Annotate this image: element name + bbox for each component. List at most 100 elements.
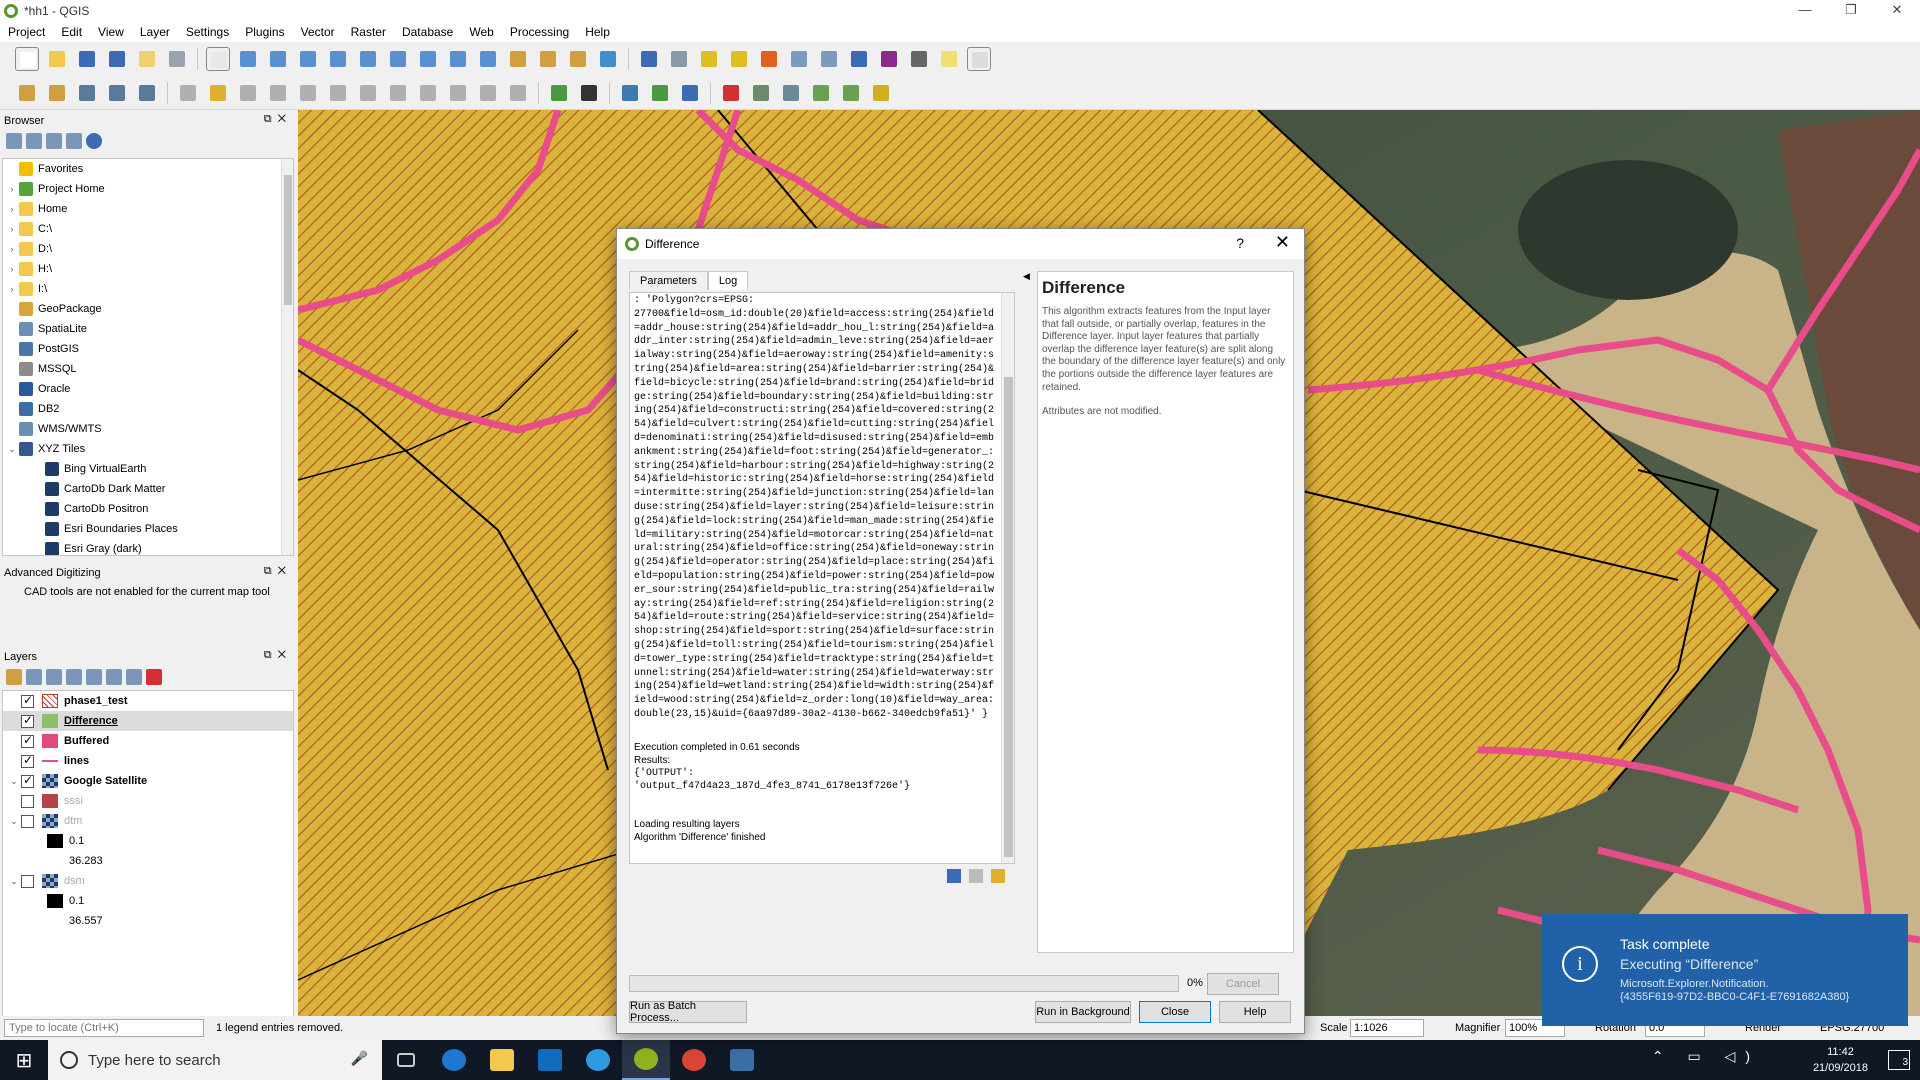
menu-vector[interactable]: Vector	[293, 25, 343, 39]
refresh-plugin-icon[interactable]	[648, 81, 672, 105]
refresh-icon[interactable]	[596, 47, 620, 71]
remove-layer-icon[interactable]	[146, 669, 162, 685]
select-by-value-icon[interactable]	[727, 47, 751, 71]
save-project-icon[interactable]	[75, 47, 99, 71]
redo-icon[interactable]	[506, 81, 530, 105]
log-scrollbar[interactable]	[1001, 293, 1014, 863]
tracing-icon[interactable]	[869, 81, 893, 105]
layer-item[interactable]: phase1_test	[3, 691, 293, 711]
zoom-layer-icon[interactable]	[416, 47, 440, 71]
browser-item[interactable]: CartoDb Positron	[3, 499, 293, 519]
clear-log-icon[interactable]	[991, 869, 1005, 883]
snap-intersection-icon[interactable]	[839, 81, 863, 105]
browser-item[interactable]: › H:\	[3, 259, 293, 279]
browser-scrollbar[interactable]	[281, 159, 293, 555]
batch-process-button[interactable]: Run as Batch Process...	[629, 1000, 747, 1024]
menu-web[interactable]: Web	[461, 25, 501, 39]
show-bookmarks-icon[interactable]	[566, 47, 590, 71]
snapping-config-icon[interactable]	[749, 81, 773, 105]
layer-visibility-checkbox[interactable]	[21, 773, 34, 788]
browser-item[interactable]: GeoPackage	[3, 299, 293, 319]
collapse-help-icon[interactable]: ◀	[1023, 271, 1030, 282]
add-selected-layers-icon[interactable]	[6, 133, 22, 149]
file-explorer-app[interactable]	[478, 1040, 526, 1080]
browser-item[interactable]: CartoDb Dark Matter	[3, 479, 293, 499]
sum-icon[interactable]	[877, 47, 901, 71]
context-help-button[interactable]: ?	[1236, 235, 1244, 251]
browser-item[interactable]: Bing VirtualEarth	[3, 459, 293, 479]
processing-toolbox-icon[interactable]	[847, 47, 871, 71]
measure-icon[interactable]	[907, 47, 931, 71]
expand-arrow-icon[interactable]: ⌄	[7, 816, 21, 827]
expand-arrow-icon[interactable]: ⌄	[7, 776, 21, 787]
layer-item[interactable]: ⌄ dsm	[3, 871, 293, 891]
microphone-icon[interactable]: 🎤	[351, 1050, 368, 1067]
zoom-full-icon[interactable]	[356, 47, 380, 71]
menu-project[interactable]: Project	[0, 25, 53, 39]
browser-item[interactable]: › Home	[3, 199, 293, 219]
add-raster-icon[interactable]	[105, 81, 129, 105]
browser-item[interactable]: › C:\	[3, 219, 293, 239]
action-center-icon[interactable]: 3	[1888, 1050, 1910, 1070]
save-log-icon[interactable]	[947, 869, 961, 883]
clock[interactable]: 11:42 21/09/2018	[1813, 1044, 1868, 1076]
toggle-editing-icon[interactable]	[206, 81, 230, 105]
browser-item[interactable]: › Project Home	[3, 179, 293, 199]
expand-arrow-icon[interactable]: ›	[5, 224, 19, 234]
menu-settings[interactable]: Settings	[178, 25, 237, 39]
task-view-button[interactable]	[382, 1040, 430, 1080]
help-button[interactable]: Help	[1219, 1001, 1291, 1023]
copy-log-icon[interactable]	[969, 869, 983, 883]
add-wms-icon[interactable]	[135, 81, 159, 105]
modify-attributes-icon[interactable]	[326, 81, 350, 105]
filter-icon[interactable]	[46, 133, 62, 149]
layer-visibility-checkbox[interactable]	[21, 693, 34, 708]
minimize-button[interactable]: —	[1782, 0, 1828, 22]
browser-item[interactable]: Esri Boundaries Places	[3, 519, 293, 539]
layer-item[interactable]: Buffered	[3, 731, 293, 751]
menu-plugins[interactable]: Plugins	[237, 25, 292, 39]
pan-to-selection-icon[interactable]	[236, 47, 260, 71]
expand-arrow-icon[interactable]: ›	[5, 244, 19, 254]
identify-icon[interactable]	[637, 47, 661, 71]
georeferencer-icon[interactable]	[547, 81, 571, 105]
browser-item[interactable]: SpatiaLite	[3, 319, 293, 339]
filter-legend-icon[interactable]	[66, 669, 82, 685]
log-text-area[interactable]: : 'Polygon?crs=EPSG: 27700&field=osm_id:…	[629, 292, 1015, 864]
cut-features-icon[interactable]	[386, 81, 410, 105]
tab-parameters[interactable]: Parameters	[629, 271, 708, 290]
layer-item[interactable]: 36.557	[3, 911, 293, 931]
menu-database[interactable]: Database	[394, 25, 461, 39]
close-window-button[interactable]: ✕	[1874, 0, 1920, 22]
browser-item[interactable]: › I:\	[3, 279, 293, 299]
undo-icon[interactable]	[476, 81, 500, 105]
snap-vertex-icon[interactable]	[809, 81, 833, 105]
attribute-table-icon[interactable]	[787, 47, 811, 71]
actions-icon[interactable]	[667, 47, 691, 71]
data-source-manager-icon[interactable]	[15, 81, 39, 105]
run-background-button[interactable]: Run in Background	[1035, 1001, 1131, 1023]
zoom-native-icon[interactable]	[326, 47, 350, 71]
refresh-icon[interactable]	[26, 133, 42, 149]
menu-view[interactable]: View	[90, 25, 132, 39]
menu-help[interactable]: Help	[577, 25, 618, 39]
browser-item[interactable]: ⌄ XYZ Tiles	[3, 439, 293, 459]
topology-icon[interactable]	[779, 81, 803, 105]
open-project-icon[interactable]	[45, 47, 69, 71]
layer-item[interactable]: lines	[3, 751, 293, 771]
menu-raster[interactable]: Raster	[343, 25, 394, 39]
new-project-icon[interactable]	[15, 47, 39, 71]
layer-visibility-checkbox[interactable]	[21, 814, 34, 828]
locate-input[interactable]: Type to locate (Ctrl+K)	[4, 1019, 204, 1037]
menu-processing[interactable]: Processing	[502, 25, 577, 39]
menu-layer[interactable]: Layer	[132, 25, 178, 39]
chrome-app[interactable]	[670, 1040, 718, 1080]
restore-button[interactable]: ❐	[1828, 0, 1874, 22]
menu-edit[interactable]: Edit	[53, 25, 90, 39]
layout-manager-icon[interactable]	[165, 47, 189, 71]
layer-item[interactable]: ⌄ Google Satellite	[3, 771, 293, 791]
pan-icon[interactable]	[206, 47, 230, 71]
layer-visibility-checkbox[interactable]	[21, 713, 34, 728]
delete-selected-icon[interactable]	[356, 81, 380, 105]
deselect-icon[interactable]	[757, 47, 781, 71]
